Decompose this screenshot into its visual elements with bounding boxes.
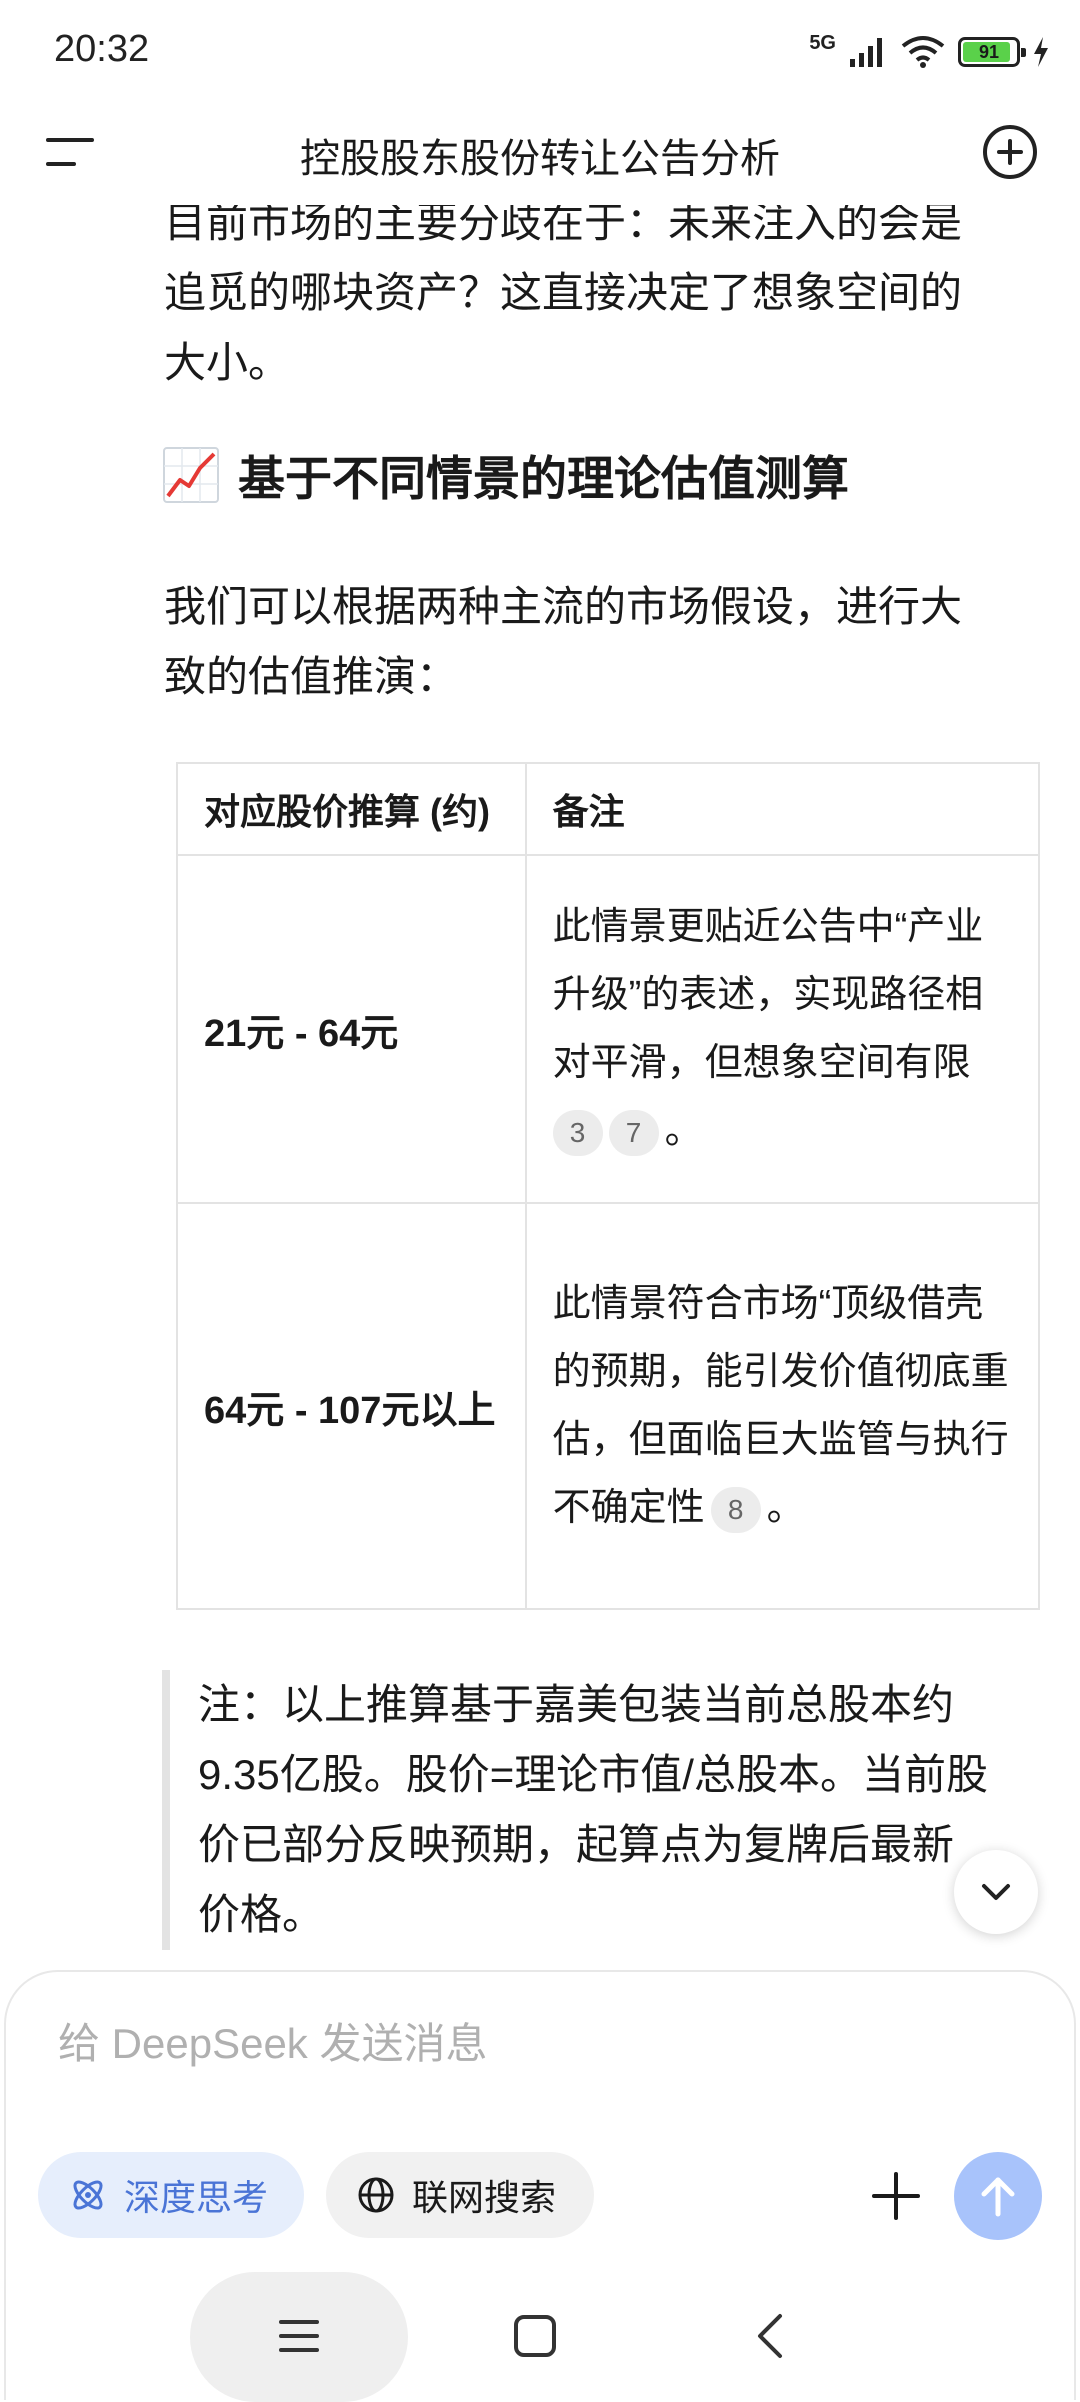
deep-think-label: 深度思考 [124, 2177, 269, 2218]
home-icon[interactable] [507, 2308, 563, 2364]
paragraph-intro: 目前市场的主要分歧在于：未来注入的会是 追觅的哪块资产？这直接决定了想象空间的 … [164, 199, 963, 386]
table-header-note: 备注 [524, 762, 1040, 856]
recents-menu-icon[interactable] [271, 2308, 327, 2364]
back-icon[interactable] [744, 2308, 800, 2364]
charging-icon [1034, 37, 1048, 67]
table-header-price: 对应股价推算 (约) [176, 762, 527, 856]
note-cell: 此情景符合市场“顶级借壳 的预期，能引发价值彻底重 估，但面临巨大监管与执行 不… [524, 1202, 1040, 1610]
status-icons: 5G 91 [809, 30, 1050, 74]
table-row: 21元 - 64元 此情景更贴近公告中“产业 升级”的表述，实现路径相 对平滑，… [176, 854, 1040, 1204]
section-title: 基于不同情景的理论估值测算 [238, 452, 849, 505]
web-search-toggle[interactable]: 联网搜索 [326, 2152, 594, 2238]
table-row: 64元 - 107元以上 此情景符合市场“顶级借壳 的预期，能引发价值彻底重 估… [176, 1202, 1040, 1610]
deep-think-toggle[interactable]: 深度思考 [38, 2152, 304, 2238]
signal-icon [850, 38, 882, 67]
battery-icon: 91 [958, 37, 1026, 67]
web-search-label: 联网搜索 [412, 2177, 557, 2218]
status-bar: 20:32 5G 91 [0, 0, 1080, 100]
network-type: 5G [809, 32, 836, 54]
citation-badge[interactable]: 7 [608, 1109, 659, 1156]
citation-badge[interactable]: 8 [710, 1486, 761, 1533]
section-heading: 基于不同情景的理论估值测算 [162, 440, 849, 509]
price-cell: 64元 - 107元以上 [176, 1202, 527, 1610]
price-cell: 21元 - 64元 [176, 854, 527, 1204]
battery-level: 91 [978, 42, 1000, 62]
chart-increasing-icon [163, 446, 219, 503]
atom-icon [73, 2180, 103, 2210]
valuation-table[interactable]: 对应股价推算 (约) 备注 21元 - 64元 此情景更贴近公告中“产业 升级”… [164, 762, 1040, 1612]
send-button[interactable] [954, 2152, 1042, 2240]
wifi-icon [901, 36, 945, 68]
note-cell: 此情景更贴近公告中“产业 升级”的表述，实现路径相 对平滑，但想象空间有限 37… [524, 854, 1040, 1204]
scroll-to-bottom-button[interactable] [954, 1850, 1038, 1934]
app-header: 控股股东股份转让公告分析 [0, 100, 1080, 205]
citation-badge[interactable]: 3 [552, 1109, 603, 1156]
status-time: 20:32 [54, 28, 150, 70]
attach-plus-icon[interactable] [862, 2162, 930, 2230]
conversation-title[interactable]: 控股股东股份转让公告分析 [0, 126, 1080, 184]
paragraph-lead: 我们可以根据两种主流的市场假设，进行大 致的估值推演： [164, 583, 963, 700]
note-blockquote: 注：以上推算基于嘉美包装当前总股本约 9.35亿股。股价=理论市值/总股本。当前… [162, 1670, 1040, 1950]
globe-icon [358, 2177, 394, 2213]
new-chat-icon[interactable] [980, 122, 1040, 182]
arrow-up-icon [981, 2177, 1015, 2217]
message-input[interactable] [58, 2020, 858, 2068]
chevron-down-icon [982, 1884, 1010, 1900]
chat-content[interactable]: 目前市场的主要分歧在于：未来注入的会是 追觅的哪块资产？这直接决定了想象空间的 … [0, 190, 1080, 1950]
